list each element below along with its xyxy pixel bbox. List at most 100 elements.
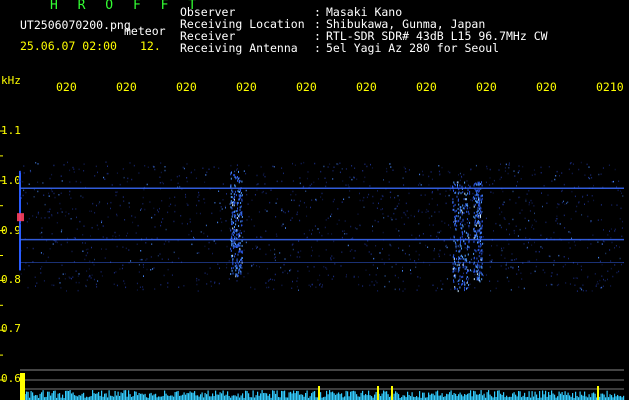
- meteor-burst-2: [478, 193, 480, 196]
- noise-speckle: [418, 285, 420, 287]
- noise-speckle: [181, 222, 183, 225]
- noise-speckle: [366, 165, 368, 168]
- level-bar: [152, 395, 154, 400]
- noise-speckle: [319, 274, 321, 277]
- noise-speckle: [557, 203, 559, 205]
- noise-speckle: [259, 248, 261, 250]
- meteor-burst-0: [237, 229, 239, 232]
- noise-speckle: [489, 177, 491, 179]
- noise-speckle: [315, 286, 317, 288]
- noise-speckle: [351, 165, 353, 167]
- noise-speckle: [496, 244, 498, 247]
- noise-speckle: [96, 224, 98, 227]
- noise-speckle: [27, 286, 29, 289]
- level-bar: [339, 394, 341, 400]
- meteor-burst-0: [239, 209, 241, 211]
- level-bar: [512, 393, 514, 400]
- noise-speckle: [498, 207, 500, 209]
- noise-speckle: [326, 268, 328, 270]
- noise-speckle: [568, 241, 570, 244]
- noise-speckle: [595, 285, 597, 287]
- level-bar: [470, 390, 472, 400]
- noise-speckle: [469, 234, 471, 236]
- noise-speckle: [620, 207, 622, 210]
- level-bar: [77, 396, 79, 400]
- noise-speckle: [495, 222, 497, 225]
- noise-speckle: [151, 243, 153, 245]
- noise-speckle: [499, 178, 501, 181]
- noise-speckle: [612, 275, 614, 278]
- noise-speckle: [356, 178, 358, 180]
- level-bar: [219, 392, 221, 400]
- noise-speckle: [410, 269, 411, 271]
- noise-speckle: [207, 235, 209, 238]
- noise-speckle: [365, 269, 367, 271]
- noise-speckle: [563, 214, 565, 217]
- noise-speckle: [558, 254, 560, 257]
- noise-speckle: [617, 189, 619, 192]
- noise-speckle: [128, 249, 130, 251]
- level-bar: [74, 395, 76, 400]
- meteor-burst-0: [240, 189, 241, 192]
- noise-speckle: [437, 189, 439, 191]
- noise-speckle: [389, 163, 391, 165]
- noise-speckle: [97, 228, 99, 230]
- meteor-burst-1: [461, 211, 463, 214]
- meteor-burst-0: [240, 259, 241, 261]
- noise-speckle: [534, 270, 536, 273]
- noise-speckle: [406, 210, 408, 212]
- noise-speckle: [298, 289, 299, 291]
- level-bar: [33, 395, 35, 400]
- noise-speckle: [600, 287, 602, 289]
- noise-speckle: [441, 220, 443, 223]
- meteor-burst-0: [232, 266, 234, 269]
- noise-speckle: [107, 202, 108, 205]
- noise-speckle: [505, 264, 507, 266]
- meteor-burst-0: [231, 196, 233, 199]
- noise-speckle: [515, 202, 517, 204]
- meteor-burst-0: [234, 226, 235, 228]
- meteor-burst-2: [473, 256, 475, 259]
- level-bar: [503, 392, 505, 400]
- noise-speckle: [204, 245, 206, 248]
- level-bar: [531, 391, 533, 400]
- noise-speckle: [179, 185, 181, 188]
- level-bar: [314, 391, 316, 400]
- level-bar: [164, 390, 166, 400]
- noise-speckle: [463, 272, 464, 275]
- noise-speckle: [23, 189, 25, 192]
- noise-speckle: [382, 208, 383, 210]
- noise-speckle: [356, 228, 358, 230]
- level-bar: [366, 395, 368, 400]
- meteor-burst-2: [474, 223, 476, 226]
- meteor-burst-0: [236, 233, 238, 236]
- noise-speckle: [429, 224, 431, 226]
- noise-speckle: [196, 277, 198, 280]
- meteor-burst-0: [237, 190, 239, 193]
- meteor-burst-1: [464, 254, 466, 257]
- noise-speckle: [268, 244, 270, 246]
- level-bar: [225, 394, 227, 400]
- noise-speckle: [502, 190, 504, 193]
- noise-speckle: [556, 206, 558, 209]
- meteor-burst-1: [454, 274, 456, 277]
- noise-speckle: [77, 289, 79, 292]
- noise-speckle: [224, 205, 226, 208]
- noise-speckle: [183, 285, 185, 287]
- noise-speckle: [573, 277, 575, 279]
- noise-speckle: [140, 250, 142, 252]
- level-bar: [312, 391, 314, 400]
- meteor-burst-2: [473, 270, 475, 273]
- noise-speckle: [283, 263, 285, 266]
- meteor-burst-0: [231, 269, 233, 272]
- meteor-burst-0: [236, 201, 238, 204]
- noise-speckle: [281, 180, 283, 183]
- noise-speckle: [418, 184, 420, 186]
- meteor-burst-1: [457, 181, 459, 184]
- noise-speckle: [290, 254, 292, 257]
- noise-speckle: [274, 273, 276, 276]
- noise-speckle: [420, 184, 422, 186]
- noise-speckle: [475, 276, 477, 279]
- noise-speckle: [366, 244, 368, 247]
- noise-speckle: [258, 211, 260, 213]
